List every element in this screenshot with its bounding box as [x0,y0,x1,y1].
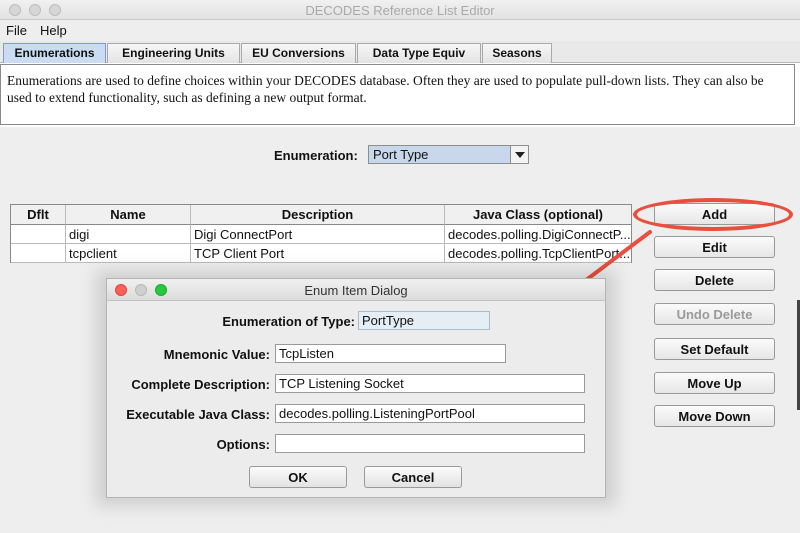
table-cell-name[interactable]: tcpclient [66,244,191,263]
table-cell-java-class[interactable]: decodes.polling.DigiConnectP... [445,225,631,244]
tab-enumerations[interactable]: Enumerations [3,43,106,63]
move-down-button[interactable]: Move Down [654,405,775,427]
dialog-titlebar: Enum Item Dialog [107,279,605,301]
column-header-dflt[interactable]: Dflt [11,205,66,225]
table-cell-dflt[interactable] [11,225,66,244]
description-label: Complete Description: [131,377,270,392]
tab-engineering-units[interactable]: Engineering Units [107,43,240,63]
set-default-button[interactable]: Set Default [654,338,775,360]
menu-help[interactable]: Help [40,23,67,38]
enum-items-table: Dflt Name Description Java Class (option… [10,204,632,263]
enumerations-description: Enumerations are used to define choices … [0,64,795,125]
tab-bar: Enumerations Engineering Units EU Conver… [0,41,800,63]
enumeration-select[interactable]: Port Type [368,145,529,164]
tab-eu-conversions[interactable]: EU Conversions [241,43,356,63]
options-label: Options: [216,437,270,452]
enumeration-label: Enumeration: [274,148,358,163]
column-header-description[interactable]: Description [191,205,445,225]
menu-file[interactable]: File [6,23,27,38]
enum-item-dialog: Enum Item Dialog Enumeration of Type: Po… [106,278,606,498]
type-field: PortType [358,311,490,330]
table-cell-description[interactable]: Digi ConnectPort [191,225,445,244]
annotation-ellipse [633,198,793,231]
dialog-title: Enum Item Dialog [304,283,408,298]
type-label: Enumeration of Type: [222,314,355,329]
tab-data-type-equiv[interactable]: Data Type Equiv [357,43,481,63]
move-up-button[interactable]: Move Up [654,372,775,394]
edit-button[interactable]: Edit [654,236,775,258]
enumeration-selected-value: Port Type [369,146,510,163]
menu-bar: File Help [0,20,800,41]
description-field[interactable]: TCP Listening Socket [275,374,585,393]
delete-button[interactable]: Delete [654,269,775,291]
options-field[interactable] [275,434,585,453]
column-header-java-class[interactable]: Java Class (optional) [445,205,631,225]
window-titlebar: DECODES Reference List Editor [0,0,800,20]
table-cell-dflt[interactable] [11,244,66,263]
table-cell-description[interactable]: TCP Client Port [191,244,445,263]
table-cell-java-class[interactable]: decodes.polling.TcpClientPort... [445,244,631,263]
tab-seasons[interactable]: Seasons [482,43,552,63]
java-class-label: Executable Java Class: [126,407,270,422]
mnemonic-field[interactable]: TcpListen [275,344,506,363]
window-title: DECODES Reference List Editor [305,3,495,18]
java-class-field[interactable]: decodes.polling.ListeningPortPool [275,404,585,423]
chevron-down-icon[interactable] [510,146,528,163]
column-header-name[interactable]: Name [66,205,191,225]
undo-delete-button[interactable]: Undo Delete [654,303,775,325]
table-cell-name[interactable]: digi [66,225,191,244]
ok-button[interactable]: OK [249,466,347,488]
mnemonic-label: Mnemonic Value: [163,347,270,362]
cancel-button[interactable]: Cancel [364,466,462,488]
